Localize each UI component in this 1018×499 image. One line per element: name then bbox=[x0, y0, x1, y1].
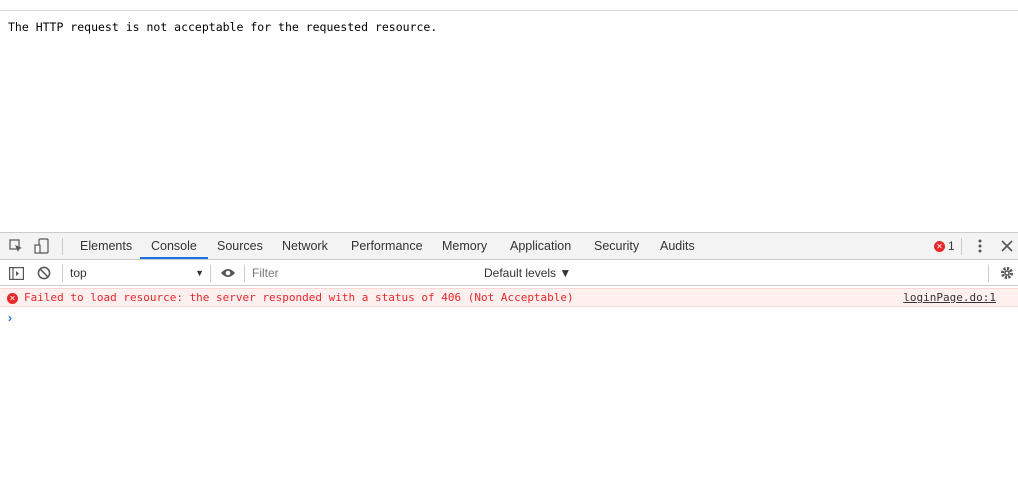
clear-console-icon[interactable] bbox=[36, 265, 52, 281]
device-toolbar-icon[interactable] bbox=[34, 238, 50, 254]
toolbar-divider bbox=[210, 265, 211, 282]
toolbar-divider bbox=[62, 238, 63, 255]
context-selector[interactable]: top ▼ bbox=[70, 264, 204, 282]
console-sidebar-icon[interactable] bbox=[8, 265, 24, 281]
kebab-menu-icon[interactable] bbox=[972, 238, 988, 254]
tab-memory[interactable]: Memory bbox=[442, 233, 487, 259]
console-filterbar: top ▼ Default levels ▼ bbox=[0, 260, 1018, 286]
toolbar-divider bbox=[244, 265, 245, 282]
context-selector-value: top bbox=[70, 266, 87, 280]
error-count-value: 1 bbox=[948, 239, 955, 253]
console-error-message-row: ✕ Failed to load resource: the server re… bbox=[0, 288, 1018, 307]
console-prompt[interactable]: › bbox=[8, 311, 12, 325]
console-filter-input[interactable] bbox=[252, 264, 472, 282]
toolbar-divider bbox=[961, 238, 962, 255]
eye-icon[interactable] bbox=[220, 265, 236, 281]
close-icon[interactable] bbox=[999, 238, 1015, 254]
error-icon: ✕ bbox=[7, 293, 18, 304]
page-top-border bbox=[0, 10, 1018, 11]
tab-performance[interactable]: Performance bbox=[351, 233, 423, 259]
gear-icon[interactable] bbox=[999, 265, 1015, 281]
devtools-tabbar: Elements Console Sources Network Perform… bbox=[0, 233, 1018, 260]
tab-console[interactable]: Console bbox=[140, 233, 208, 259]
tab-network[interactable]: Network bbox=[282, 233, 328, 259]
error-message-text: Failed to load resource: the server resp… bbox=[24, 291, 574, 304]
devtools-panel: Elements Console Sources Network Perform… bbox=[0, 232, 1018, 499]
page-error-message: The HTTP request is not acceptable for t… bbox=[8, 20, 438, 34]
tab-application[interactable]: Application bbox=[510, 233, 571, 259]
toolbar-divider bbox=[988, 265, 989, 282]
toolbar-divider bbox=[62, 265, 63, 282]
error-counter[interactable]: ✕ 1 bbox=[934, 238, 955, 254]
tab-elements[interactable]: Elements bbox=[80, 233, 132, 259]
log-levels-dropdown[interactable]: Default levels ▼ bbox=[484, 264, 571, 282]
tab-audits[interactable]: Audits bbox=[660, 233, 695, 259]
error-icon: ✕ bbox=[934, 240, 945, 252]
inspect-element-icon[interactable] bbox=[8, 238, 24, 254]
tab-security[interactable]: Security bbox=[594, 233, 639, 259]
error-source-link[interactable]: loginPage.do:1 bbox=[903, 291, 996, 304]
tab-sources[interactable]: Sources bbox=[217, 233, 263, 259]
caret-down-icon: ▼ bbox=[195, 268, 204, 278]
